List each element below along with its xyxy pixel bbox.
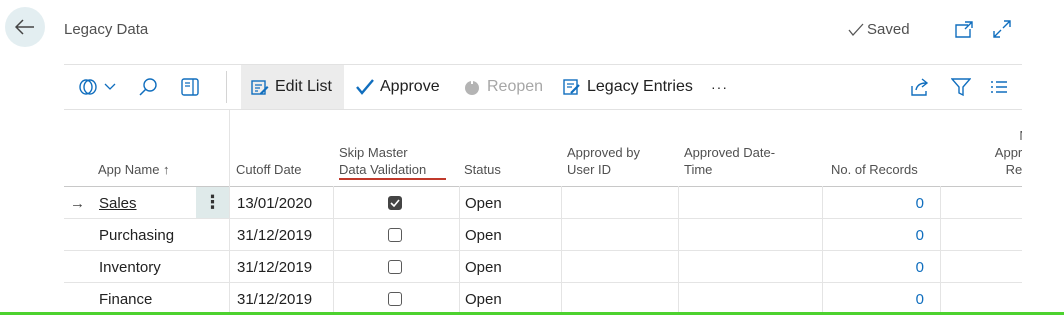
- reopen-icon: [465, 78, 479, 95]
- back-button[interactable]: [5, 7, 45, 47]
- column-header-skip-master-data-validation[interactable]: Skip Master Data Validation: [339, 110, 447, 186]
- column-header-app-name[interactable]: App Name ↑: [98, 110, 170, 186]
- status-cell: Open: [465, 258, 502, 276]
- saved-status: Saved: [848, 21, 910, 38]
- no-of-records-link[interactable]: 0: [824, 283, 924, 315]
- skip-validation-checkbox[interactable]: [388, 219, 402, 251]
- legacy-data-grid: App Name ↑ Cutoff Date Skip Master Data …: [64, 110, 1022, 315]
- search-button[interactable]: [138, 65, 158, 109]
- open-in-new-window-icon[interactable]: [953, 18, 975, 40]
- app-name-link[interactable]: Inventory: [99, 251, 161, 283]
- share-icon: [911, 78, 929, 96]
- cutoff-date-cell[interactable]: 13/01/2020: [237, 187, 312, 219]
- no-approved-header-line1: No: [1019, 127, 1022, 144]
- status-cell: Open: [465, 194, 502, 212]
- status-header-label: Status: [464, 162, 501, 177]
- reopen-button[interactable]: Reopen: [463, 65, 543, 109]
- list-icon: [991, 81, 1007, 93]
- legacy-entries-button[interactable]: Legacy Entries: [563, 65, 693, 109]
- views-dropdown[interactable]: [78, 65, 116, 109]
- column-header-approved-by-user-id[interactable]: Approved by User ID: [567, 110, 640, 186]
- approve-label: Approve: [380, 78, 440, 95]
- cutoff-date-cell[interactable]: 31/12/2019: [237, 219, 312, 251]
- table-row[interactable]: Finance 31/12/2019 Open 0: [64, 283, 1022, 315]
- app-name-link[interactable]: Purchasing: [99, 219, 174, 251]
- app-name-link[interactable]: Finance: [99, 283, 152, 315]
- app-name-header-label: App Name: [98, 162, 160, 177]
- column-header-status[interactable]: Status: [464, 110, 501, 186]
- approved-date-header-line2: Time: [684, 162, 713, 177]
- list-view-button[interactable]: [990, 65, 1008, 109]
- table-row[interactable]: → Sales ⋮ 13/01/2020 Open 0: [64, 187, 1022, 219]
- edit-list-button[interactable]: Edit List: [241, 65, 344, 109]
- column-header-cutoff-date[interactable]: Cutoff Date: [236, 110, 302, 186]
- cutoff-date-header-label: Cutoff Date: [236, 162, 302, 177]
- skip-validation-checkbox[interactable]: [388, 283, 402, 315]
- no-records-header-label: No. of Records: [831, 162, 918, 177]
- column-header-no-of-records[interactable]: No. of Records: [831, 110, 918, 186]
- no-approved-header-line2: Approv: [994, 145, 1022, 160]
- cutoff-date-cell[interactable]: 31/12/2019: [237, 251, 312, 283]
- toolbar-divider: [226, 71, 227, 103]
- page-title: Legacy Data: [64, 21, 149, 38]
- expand-icon[interactable]: [991, 18, 1013, 40]
- filter-views-icon: [79, 79, 97, 95]
- search-icon: [139, 78, 157, 96]
- sort-ascending-icon: ↑: [163, 162, 170, 177]
- table-row[interactable]: Inventory 31/12/2019 Open 0: [64, 251, 1022, 283]
- reopen-label: Reopen: [487, 78, 544, 95]
- show-details-button[interactable]: [180, 65, 200, 109]
- filter-button[interactable]: [951, 65, 971, 109]
- column-header-approved-date-time[interactable]: Approved Date- Time: [684, 110, 775, 186]
- filter-icon: [951, 78, 971, 97]
- approved-date-header-line1: Approved Date-: [684, 145, 776, 160]
- no-of-records-link[interactable]: 0: [824, 219, 924, 251]
- skip-validation-checkbox[interactable]: [388, 187, 402, 219]
- chevron-down-icon: [104, 83, 116, 90]
- skip-validation-checkbox[interactable]: [388, 251, 402, 283]
- checkmark-icon: [848, 23, 864, 36]
- approved-by-header-line1: Approved by: [567, 145, 640, 160]
- more-options-button[interactable]: ···: [711, 65, 728, 109]
- action-bar: Edit List Approve Reopen Legacy Entries …: [64, 64, 1022, 110]
- approve-button[interactable]: Approve: [356, 65, 440, 109]
- row-actions-button[interactable]: ⋮: [196, 187, 229, 218]
- column-header-no-approved-records[interactable]: No Approv Reco: [970, 110, 1022, 186]
- status-cell: Open: [465, 226, 502, 244]
- saved-label: Saved: [867, 21, 910, 38]
- cutoff-date-cell[interactable]: 31/12/2019: [237, 283, 312, 315]
- skip-header-line1: Skip Master: [339, 145, 408, 160]
- checkmark-icon: [356, 79, 374, 95]
- current-row-arrow-icon: →: [70, 194, 85, 212]
- no-of-records-link[interactable]: 0: [824, 251, 924, 283]
- no-of-records-link[interactable]: 0: [824, 187, 924, 219]
- skip-header-line2: Data Validation: [339, 161, 447, 180]
- legacy-entries-label: Legacy Entries: [587, 78, 693, 95]
- table-row[interactable]: Purchasing 31/12/2019 Open 0: [64, 219, 1022, 251]
- edit-list-label: Edit List: [275, 78, 332, 95]
- no-approved-header-line3: Reco: [1005, 162, 1022, 177]
- edit-list-icon: [251, 80, 269, 95]
- share-button[interactable]: [910, 65, 930, 109]
- details-pane-icon: [181, 78, 199, 96]
- checkmark-icon: [390, 199, 400, 207]
- entries-icon: [563, 79, 580, 95]
- approved-by-header-line2: User ID: [567, 162, 612, 177]
- arrow-left-icon: [15, 19, 34, 35]
- status-cell: Open: [465, 290, 502, 308]
- app-name-link[interactable]: Sales: [99, 187, 137, 219]
